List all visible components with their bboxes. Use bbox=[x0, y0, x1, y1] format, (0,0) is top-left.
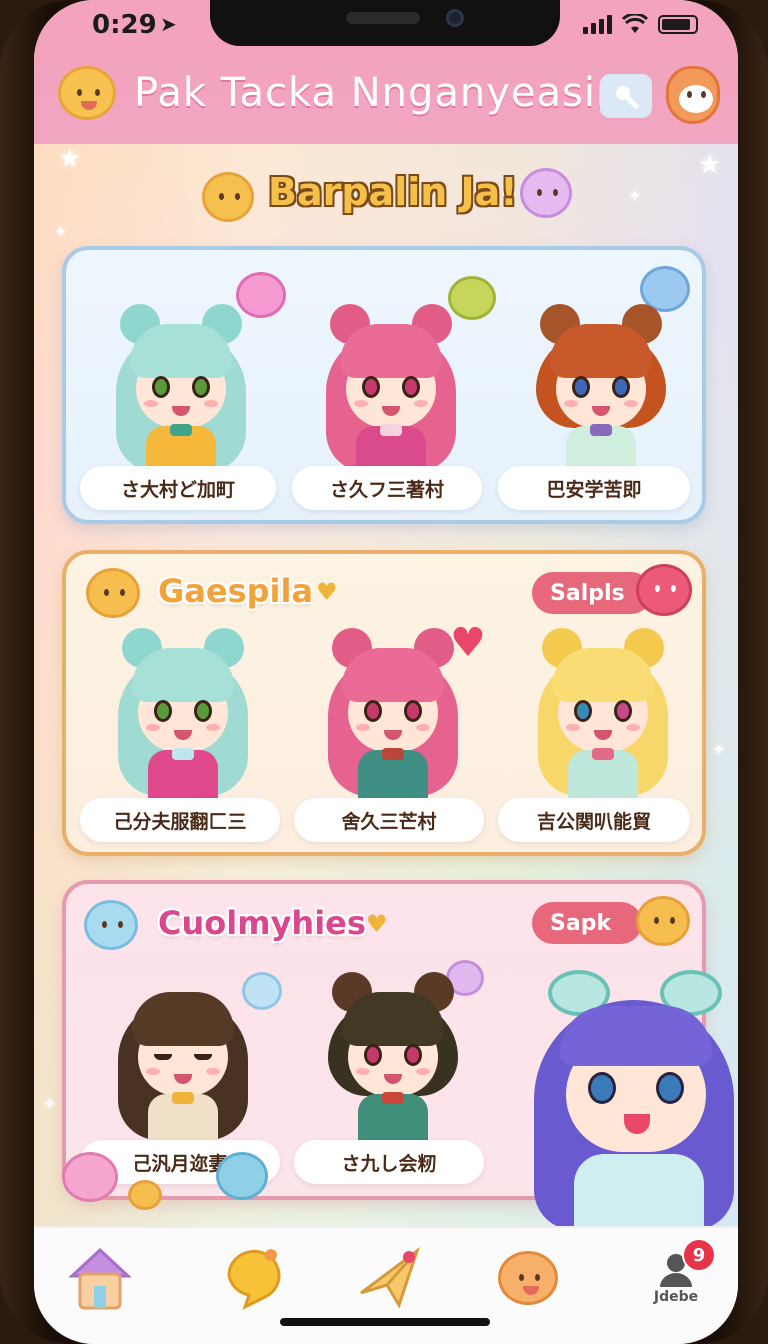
tab-home[interactable] bbox=[62, 1240, 138, 1316]
character-avatar[interactable] bbox=[526, 302, 676, 492]
character-name-label[interactable]: 吉公関叭能貿 bbox=[498, 798, 690, 842]
status-icons bbox=[583, 14, 698, 34]
app-title: Pak Tacka Nnganyeasin bbox=[134, 70, 623, 116]
bottom-tab-bar: Jdebe 9 bbox=[34, 1226, 738, 1344]
status-time: 0:29 bbox=[92, 10, 157, 40]
app-header: Pak Tacka Nnganyeasin bbox=[34, 52, 738, 144]
home-icon bbox=[68, 1247, 132, 1310]
character-name-label[interactable]: 己分夫服翻匚三 bbox=[80, 798, 280, 842]
character-avatar[interactable] bbox=[316, 302, 466, 492]
bear-sticker-icon bbox=[636, 896, 690, 946]
bear-mascot-icon bbox=[58, 66, 116, 120]
character-name-label[interactable]: さ九し会籾 bbox=[294, 1140, 484, 1184]
character-avatar[interactable] bbox=[528, 626, 678, 816]
character-avatar[interactable] bbox=[106, 302, 256, 492]
search-icon bbox=[616, 86, 639, 109]
character-name-label[interactable]: さ久フ三著村 bbox=[292, 466, 482, 510]
heart-icon: ♥ bbox=[366, 910, 388, 938]
cellular-signal-icon bbox=[583, 15, 612, 34]
sparkle-icon: ✦ bbox=[712, 740, 726, 759]
notification-badge: 9 bbox=[682, 1238, 716, 1272]
bear-sticker-icon bbox=[520, 168, 572, 218]
section-action-label: Sapk bbox=[550, 910, 612, 936]
tab-send[interactable] bbox=[352, 1240, 428, 1316]
sparkle-icon: ★ bbox=[58, 144, 82, 174]
search-button[interactable] bbox=[600, 74, 652, 118]
front-camera bbox=[446, 9, 464, 27]
character-name-label[interactable]: さ大村ど加町 bbox=[80, 466, 276, 510]
character-avatar[interactable] bbox=[318, 970, 468, 1160]
wifi-icon bbox=[622, 14, 648, 33]
sparkle-icon: ✦ bbox=[42, 1094, 58, 1115]
bear-sticker-icon bbox=[86, 568, 140, 618]
character-avatar[interactable] bbox=[108, 626, 258, 816]
paper-plane-icon bbox=[360, 1246, 420, 1309]
section-action-button[interactable]: Salpls bbox=[532, 572, 652, 614]
section-action-label: Salpls bbox=[550, 580, 625, 606]
character-card-section-1: さ大村ど加町 さ久フ三著村 巴安学苦即 bbox=[62, 246, 706, 524]
sparkle-icon: ✦ bbox=[628, 186, 642, 205]
chat-bubble-icon bbox=[227, 1249, 281, 1310]
battery-icon bbox=[658, 15, 698, 34]
character-name-label[interactable]: 舍久三芒村 bbox=[294, 798, 484, 842]
home-indicator[interactable] bbox=[280, 1318, 490, 1326]
character-avatar[interactable] bbox=[108, 970, 258, 1160]
tab-friends[interactable] bbox=[490, 1240, 566, 1316]
featured-character[interactable] bbox=[514, 950, 738, 1230]
tab-profile[interactable]: Jdebe 9 bbox=[638, 1238, 716, 1316]
status-bar: 0:29 ➤ bbox=[34, 0, 738, 52]
bear-sticker-icon bbox=[62, 1152, 118, 1202]
profile-tab-label: Jdebe bbox=[653, 1289, 699, 1305]
bear-sticker-icon bbox=[216, 1152, 268, 1200]
banner-title: Barpalin Ja! bbox=[268, 170, 518, 214]
bear-sticker-icon bbox=[84, 900, 138, 950]
bear-sticker-icon bbox=[202, 172, 254, 222]
bunny-avatar-icon[interactable] bbox=[666, 66, 720, 124]
app-screen: 0:29 ➤ Pak Tacka Nnganyeasin ★ ★ ✦ ✦ ✦ ✦… bbox=[34, 0, 738, 1344]
sparkle-icon: ★ bbox=[698, 150, 722, 180]
character-avatar[interactable] bbox=[318, 626, 468, 816]
location-arrow-icon: ➤ bbox=[160, 12, 177, 36]
section-title: Cuolmyhies bbox=[158, 904, 366, 942]
tab-chat[interactable] bbox=[216, 1240, 292, 1316]
bear-sticker-icon bbox=[636, 564, 692, 616]
section-action-button[interactable]: Sapk bbox=[532, 902, 642, 944]
section-title: Gaespila bbox=[158, 572, 314, 610]
camera-notch bbox=[210, 0, 560, 46]
bear-sticker-icon bbox=[128, 1180, 162, 1210]
character-name-label[interactable]: 巴安学苦即 bbox=[498, 466, 690, 510]
speaker-grille bbox=[346, 12, 420, 24]
character-card-section-2: Gaespila ♥ Salpls ♥ 己分夫服翻匚三 舍久三芒村 吉公関叭能貿 bbox=[62, 550, 706, 856]
bear-face-icon bbox=[498, 1251, 558, 1305]
sparkle-icon: ✦ bbox=[54, 222, 68, 241]
heart-icon: ♥ bbox=[316, 578, 338, 606]
